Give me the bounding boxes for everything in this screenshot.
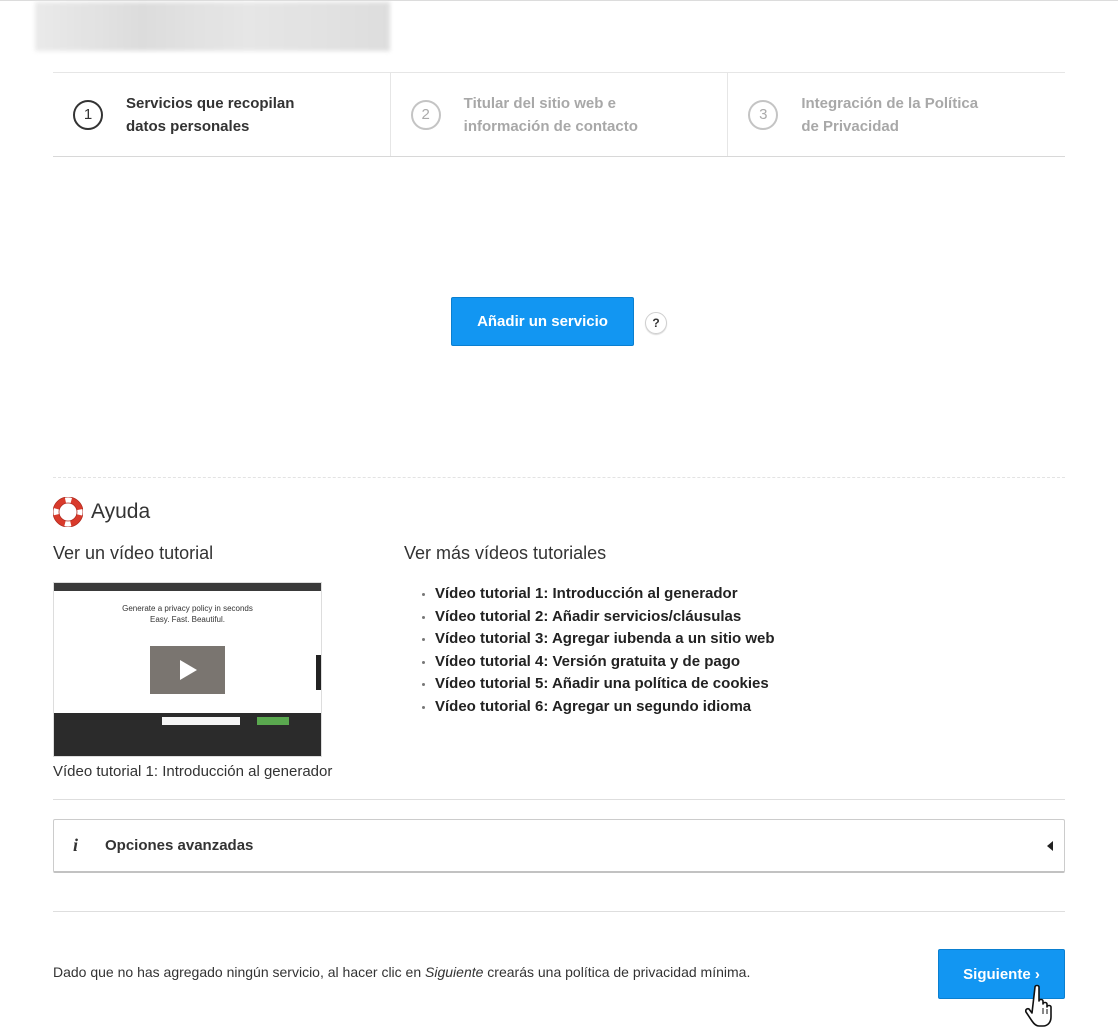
more-videos-heading: Ver más vídeos tutoriales [404,543,607,563]
section-divider [53,911,1065,912]
step-number: 3 [748,99,779,130]
thumbnail-side-tab [316,655,321,690]
thumbnail-field [162,717,240,725]
caret-left-icon [1047,841,1053,851]
step-2[interactable]: 2 Titular del sitio web e información de… [391,73,729,156]
tutorial-list: Vídeo tutorial 1: Introducción al genera… [414,583,775,718]
step-number: 2 [410,99,441,130]
step-number: 1 [73,99,103,130]
step-label: Titular del sitio web e información de c… [463,94,638,135]
section-divider [53,799,1065,800]
hand-pointer-icon [1025,984,1052,1027]
tutorial-link[interactable]: Vídeo tutorial 4: Versión gratuita y de … [435,651,775,674]
step-label: Integración de la Política de Privacidad [801,94,979,135]
thumbnail-text: Generate a privacy policy in seconds [122,604,253,613]
section-divider [53,477,1065,478]
info-icon: i [73,835,79,855]
tutorial-link[interactable]: Vídeo tutorial 3: Agregar iubenda a un s… [435,628,775,651]
tutorial-link[interactable]: Vídeo tutorial 1: Introducción al genera… [435,583,775,606]
blurred-header-logo [35,2,390,51]
step-label: Servicios que recopilan datos personales [126,94,295,135]
help-title: Ayuda [91,500,151,523]
question-icon[interactable]: ? [645,312,667,334]
wizard-steps: 1 Servicios que recopilan datos personal… [53,72,1065,157]
advanced-options-label: Opciones avanzadas [105,837,254,854]
tutorial-link[interactable]: Vídeo tutorial 5: Añadir una política de… [435,673,775,696]
step-1[interactable]: 1 Servicios que recopilan datos personal… [53,73,391,156]
video-heading: Ver un vídeo tutorial [53,543,214,563]
thumbnail-button [257,717,289,725]
top-divider [0,0,1118,1]
video-caption: Vídeo tutorial 1: Introducción al genera… [53,763,333,780]
thumbnail-browser-bar [54,583,321,591]
play-icon[interactable] [150,646,225,694]
lifebuoy-icon [53,497,83,527]
step-3[interactable]: 3 Integración de la Política de Privacid… [728,73,1065,156]
thumbnail-text: Easy. Fast. Beautiful. [150,615,225,624]
advanced-options-toggle[interactable]: i Opciones avanzadas [53,819,1065,873]
tutorial-link[interactable]: Vídeo tutorial 6: Agregar un segundo idi… [435,696,775,719]
footer-note: Dado que no has agregado ningún servicio… [53,964,751,980]
tutorial-link[interactable]: Vídeo tutorial 2: Añadir servicios/cláus… [435,606,775,629]
add-service-button[interactable]: Añadir un servicio [451,297,634,346]
video-thumbnail[interactable]: Generate a privacy policy in seconds Eas… [53,582,322,757]
